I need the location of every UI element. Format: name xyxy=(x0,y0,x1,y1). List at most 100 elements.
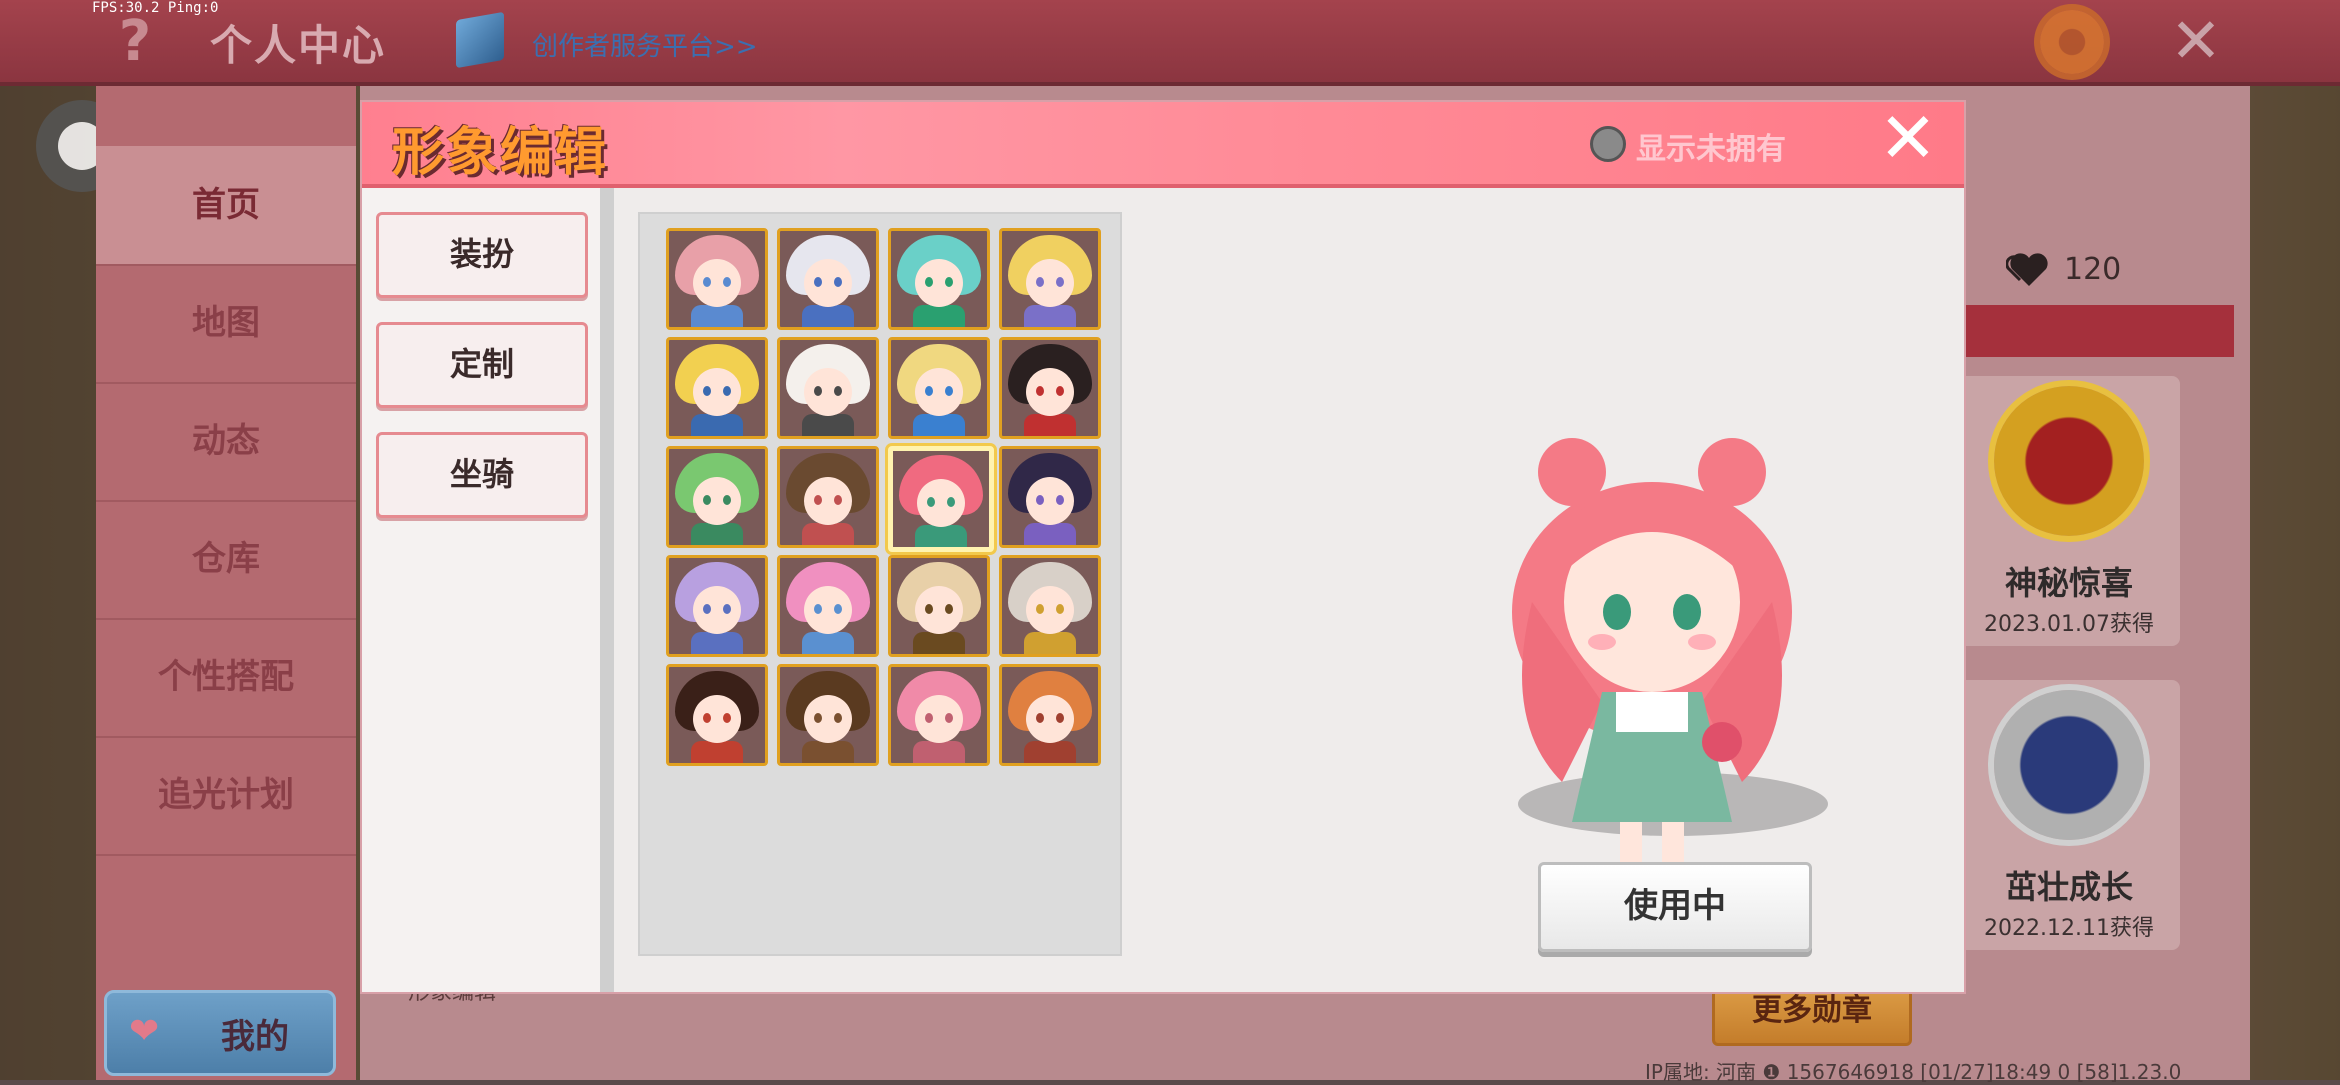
sidebar-item-chase-light[interactable]: 追光计划 xyxy=(96,736,356,856)
gear-icon[interactable] xyxy=(2040,10,2104,74)
sidebar-item-home[interactable]: 首页 xyxy=(96,146,356,266)
avatar-eye xyxy=(723,495,731,505)
avatar-option[interactable] xyxy=(888,446,994,552)
avatar-grid xyxy=(638,212,1122,956)
sidebar: 首页 地图 动态 仓库 个性搭配 追光计划 xyxy=(96,86,356,1080)
medal-name: 茁壮成长 xyxy=(2004,868,2133,906)
avatar-body xyxy=(1024,414,1076,436)
avatar-body xyxy=(1024,523,1076,545)
avatar-eye xyxy=(1056,386,1064,396)
medal-date: 2023.01.07获得 xyxy=(1984,612,2154,637)
avatar-eye xyxy=(723,713,731,723)
modal-header: 形象编辑 显示未拥有 ✕ xyxy=(362,102,1964,188)
tab-outfit[interactable]: 装扮 xyxy=(376,212,588,298)
avatar-face xyxy=(693,259,741,307)
avatar-option[interactable] xyxy=(666,446,768,548)
sidebar-item-feed[interactable]: 动态 xyxy=(96,382,356,502)
avatar-option[interactable] xyxy=(999,228,1101,330)
avatar-face xyxy=(917,479,965,527)
medal-card[interactable]: 神秘惊喜 2023.01.07获得 xyxy=(1958,376,2180,646)
avatar-eye xyxy=(814,386,822,396)
avatar-option[interactable] xyxy=(777,337,879,439)
avatar-body xyxy=(691,414,743,436)
avatar-eye xyxy=(1036,495,1044,505)
avatar-option[interactable] xyxy=(777,228,879,330)
avatar-face xyxy=(693,368,741,416)
tab-customize[interactable]: 定制 xyxy=(376,322,588,408)
avatar-eye xyxy=(1056,713,1064,723)
close-icon[interactable]: ✕ xyxy=(1876,103,1940,173)
avatar-face xyxy=(693,477,741,525)
avatar-face xyxy=(1026,477,1074,525)
avatar-option[interactable] xyxy=(666,664,768,766)
avatar-eye xyxy=(703,604,711,614)
avatar-eye xyxy=(723,386,731,396)
avatar-eye xyxy=(723,604,731,614)
avatar-body xyxy=(691,632,743,654)
sidebar-item-map[interactable]: 地图 xyxy=(96,264,356,384)
avatar-option[interactable] xyxy=(777,664,879,766)
heart-icon: ❤ xyxy=(129,1011,160,1052)
radio-icon xyxy=(1590,126,1626,162)
avatar-face xyxy=(1026,259,1074,307)
avatar-body xyxy=(1024,632,1076,654)
avatar-eye xyxy=(723,277,731,287)
sidebar-item-warehouse[interactable]: 仓库 xyxy=(96,500,356,620)
avatar-option[interactable] xyxy=(999,337,1101,439)
avatar-face xyxy=(804,368,852,416)
avatar-option[interactable] xyxy=(888,337,990,439)
avatar-body xyxy=(691,305,743,327)
avatar-option[interactable] xyxy=(666,555,768,657)
creator-platform-link[interactable]: 创作者服务平台>> xyxy=(532,26,758,63)
modal-title: 形象编辑 xyxy=(392,123,609,183)
avatar-eye xyxy=(1036,713,1044,723)
avatar-option[interactable] xyxy=(999,446,1101,548)
likes-count: 120 xyxy=(2064,252,2122,287)
avatar-eye xyxy=(814,604,822,614)
mine-button[interactable]: ❤ 我的 xyxy=(104,990,336,1076)
footer-info: IP属地: 河南 ❶ 1567646918 [01/27]18:49 0 [58… xyxy=(1645,1060,2182,1084)
avatar-eye xyxy=(834,277,842,287)
avatar-body xyxy=(1024,741,1076,763)
help-icon[interactable]: ? xyxy=(110,12,160,72)
close-icon[interactable]: ✕ xyxy=(2170,6,2222,76)
avatar-eye xyxy=(1056,604,1064,614)
avatar-option[interactable] xyxy=(888,664,990,766)
character-preview xyxy=(1512,438,1792,878)
avatar-body xyxy=(802,632,854,654)
avatar-eye xyxy=(945,386,953,396)
avatar-body xyxy=(802,305,854,327)
avatar-eye xyxy=(1056,495,1064,505)
avatar-body xyxy=(913,741,965,763)
avatar-eye xyxy=(834,495,842,505)
avatar-face xyxy=(915,586,963,634)
avatar-option[interactable] xyxy=(999,555,1101,657)
creator-cube-icon[interactable] xyxy=(456,11,504,69)
medal-card[interactable]: 茁壮成长 2022.12.11获得 xyxy=(1958,680,2180,950)
avatar-option[interactable] xyxy=(999,664,1101,766)
avatar-face xyxy=(693,695,741,743)
avatar-body xyxy=(691,523,743,545)
in-use-button[interactable]: 使用中 xyxy=(1538,862,1812,952)
avatar-eye xyxy=(927,497,935,507)
avatar-option[interactable] xyxy=(777,555,879,657)
avatar-option[interactable] xyxy=(666,337,768,439)
avatar-option[interactable] xyxy=(777,446,879,548)
avatar-eye xyxy=(947,497,955,507)
sidebar-item-style[interactable]: 个性搭配 xyxy=(96,618,356,738)
avatar-eye xyxy=(1036,604,1044,614)
avatar-face xyxy=(915,259,963,307)
avatar-body xyxy=(915,525,967,547)
avatar-option[interactable] xyxy=(666,228,768,330)
tab-mount[interactable]: 坐骑 xyxy=(376,432,588,518)
avatar-eye xyxy=(703,386,711,396)
avatar-eye xyxy=(945,713,953,723)
avatar-eye xyxy=(814,495,822,505)
avatar-eye xyxy=(925,386,933,396)
avatar-option[interactable] xyxy=(888,555,990,657)
avatar-eye xyxy=(834,386,842,396)
avatar-eye xyxy=(1036,277,1044,287)
avatar-option[interactable] xyxy=(888,228,990,330)
mine-label: 我的 xyxy=(221,1017,289,1057)
avatar-eye xyxy=(703,495,711,505)
